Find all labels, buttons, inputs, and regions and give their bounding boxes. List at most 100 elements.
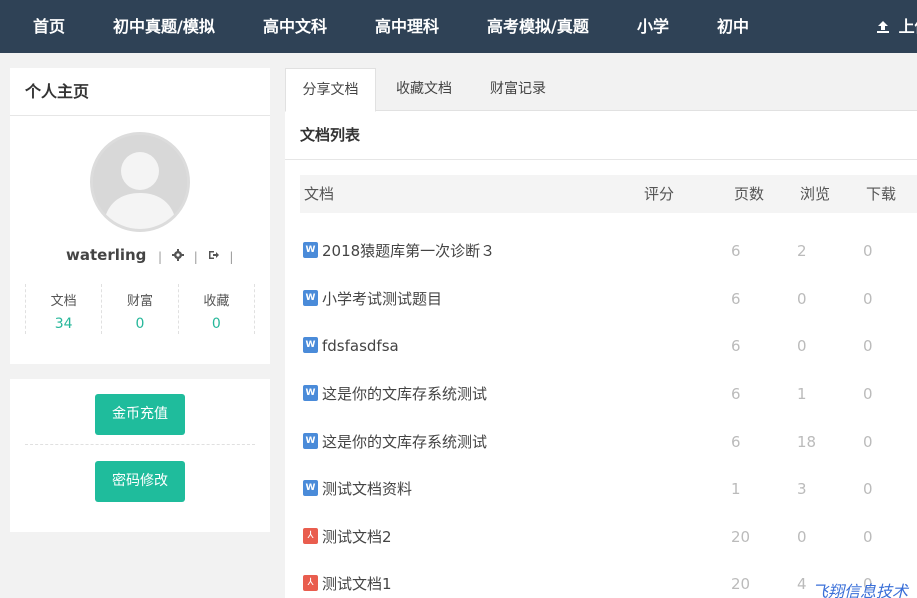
pages-cell: 6: [731, 242, 741, 260]
views-cell: 18: [797, 433, 817, 451]
tab-favorite-docs[interactable]: 收藏文档: [383, 68, 465, 111]
word-file-icon: [303, 337, 318, 353]
username: waterling: [66, 246, 147, 264]
views-cell: 0: [797, 337, 807, 355]
tab-bar: 分享文档 收藏文档 财富记录: [285, 68, 917, 112]
document-name: 这是你的文库存系统测试: [322, 433, 488, 451]
stat-label: 收藏: [203, 294, 230, 309]
downloads-cell: 0: [863, 433, 873, 451]
gear-icon[interactable]: [171, 249, 184, 264]
document-name: fdsfasdfsa: [322, 337, 399, 355]
pages-cell: 6: [731, 290, 741, 308]
pages-cell: 20: [731, 528, 751, 546]
nav-primary[interactable]: 小学: [637, 0, 669, 53]
views-cell: 2: [797, 242, 807, 260]
document-name: 测试文档资料: [322, 480, 413, 498]
word-file-icon: [303, 385, 318, 401]
document-link[interactable]: 测试文档1: [303, 572, 392, 596]
table-row[interactable]: fdsfasdfsa 6 0 0: [300, 334, 917, 381]
pages-cell: 1: [731, 480, 741, 498]
column-header-score[interactable]: 评分: [644, 175, 674, 213]
document-name: 小学考试测试题目: [322, 290, 443, 308]
document-name: 测试文档1: [322, 575, 392, 593]
list-title: 文档列表: [300, 126, 361, 144]
document-link[interactable]: 这是你的文库存系统测试: [303, 430, 487, 454]
upload-label: 上传: [898, 17, 917, 36]
column-header-downloads[interactable]: 下载: [866, 175, 896, 213]
word-file-icon: [303, 290, 318, 306]
views-cell: 1: [797, 385, 807, 403]
recharge-button[interactable]: 金币充值: [95, 394, 185, 435]
stat-value: 34: [54, 316, 73, 332]
stat-wealth[interactable]: 财富 0: [101, 284, 177, 334]
divider: [285, 159, 917, 160]
main-panel: 分享文档 收藏文档 财富记录 文档列表 文档 评分 页数 浏览 下载 2018猿…: [285, 68, 917, 598]
downloads-cell: 0: [863, 385, 873, 403]
column-header-document[interactable]: 文档: [304, 175, 334, 213]
downloads-cell: 0: [863, 337, 873, 355]
table-header: 文档 评分 页数 浏览 下载: [300, 175, 917, 213]
pages-cell: 20: [731, 575, 751, 593]
pages-cell: 6: [731, 433, 741, 451]
document-name: 2018猿题库第一次诊断３: [322, 242, 496, 260]
nav-home[interactable]: 首页: [33, 0, 65, 53]
nav-gaokao[interactable]: 高考模拟/真题: [487, 0, 589, 53]
stat-value: 0: [135, 316, 145, 332]
pages-cell: 6: [731, 337, 741, 355]
document-name: 这是你的文库存系统测试: [322, 385, 488, 403]
views-cell: 4: [797, 575, 807, 593]
profile-card: 个人主页 waterling | | | 文档 34 财富 0 收藏 0: [10, 68, 270, 364]
upload-icon: [876, 17, 899, 36]
stat-favorites[interactable]: 收藏 0: [177, 284, 255, 334]
document-link[interactable]: 测试文档资料: [303, 477, 412, 501]
top-navigation: 首页 初中真题/模拟 高中文科 高中理科 高考模拟/真题 小学 初中 上传: [0, 0, 917, 53]
user-stats: 文档 34 财富 0 收藏 0: [25, 284, 255, 334]
column-header-pages[interactable]: 页数: [734, 175, 764, 213]
table-row[interactable]: 2018猿题库第一次诊断３ 6 2 0: [300, 239, 917, 286]
document-name: 测试文档2: [322, 528, 392, 546]
nav-senior-arts[interactable]: 高中文科: [263, 0, 327, 53]
downloads-cell: 0: [863, 480, 873, 498]
word-file-icon: [303, 242, 318, 258]
tab-wealth-records[interactable]: 财富记录: [477, 68, 559, 111]
document-link[interactable]: 小学考试测试题目: [303, 287, 442, 311]
table-row[interactable]: 测试文档资料 1 3 0: [300, 477, 917, 524]
document-link[interactable]: fdsfasdfsa: [303, 334, 399, 358]
pdf-file-icon: [303, 575, 318, 591]
nav-junior[interactable]: 初中: [717, 0, 749, 53]
sign-out-icon[interactable]: [208, 249, 220, 264]
nav-senior-science[interactable]: 高中理科: [375, 0, 439, 53]
divider: [25, 444, 255, 445]
stat-value: 0: [211, 316, 221, 332]
table-row[interactable]: 这是你的文库存系统测试 6 18 0: [300, 430, 917, 477]
table-row[interactable]: 这是你的文库存系统测试 6 1 0: [300, 382, 917, 429]
column-header-views[interactable]: 浏览: [800, 175, 830, 213]
tab-shared-docs[interactable]: 分享文档: [285, 68, 376, 112]
upload-button[interactable]: 上传: [876, 0, 917, 53]
downloads-cell: 0: [863, 528, 873, 546]
document-link[interactable]: 2018猿题库第一次诊断３: [303, 239, 495, 263]
downloads-cell: 0: [863, 242, 873, 260]
nav-junior-exams[interactable]: 初中真题/模拟: [113, 0, 215, 53]
change-password-button[interactable]: 密码修改: [95, 461, 185, 502]
user-tools: | | |: [158, 249, 234, 264]
word-file-icon: [303, 433, 318, 449]
document-link[interactable]: 这是你的文库存系统测试: [303, 382, 487, 406]
table-row[interactable]: 小学考试测试题目 6 0 0: [300, 287, 917, 334]
watermark: 飞翔信息技术: [812, 582, 909, 598]
views-cell: 3: [797, 480, 807, 498]
document-link[interactable]: 测试文档2: [303, 525, 392, 549]
stat-label: 文档: [50, 294, 77, 309]
views-cell: 0: [797, 528, 807, 546]
downloads-cell: 0: [863, 290, 873, 308]
pdf-file-icon: [303, 528, 318, 544]
pages-cell: 6: [731, 385, 741, 403]
views-cell: 0: [797, 290, 807, 308]
stat-label: 财富: [126, 294, 153, 309]
table-row[interactable]: 测试文档2 20 0 0: [300, 525, 917, 572]
stat-documents[interactable]: 文档 34: [25, 284, 101, 334]
word-file-icon: [303, 480, 318, 496]
profile-title: 个人主页: [10, 68, 270, 116]
actions-card: 金币充值 密码修改: [10, 379, 270, 532]
avatar[interactable]: [90, 132, 190, 232]
